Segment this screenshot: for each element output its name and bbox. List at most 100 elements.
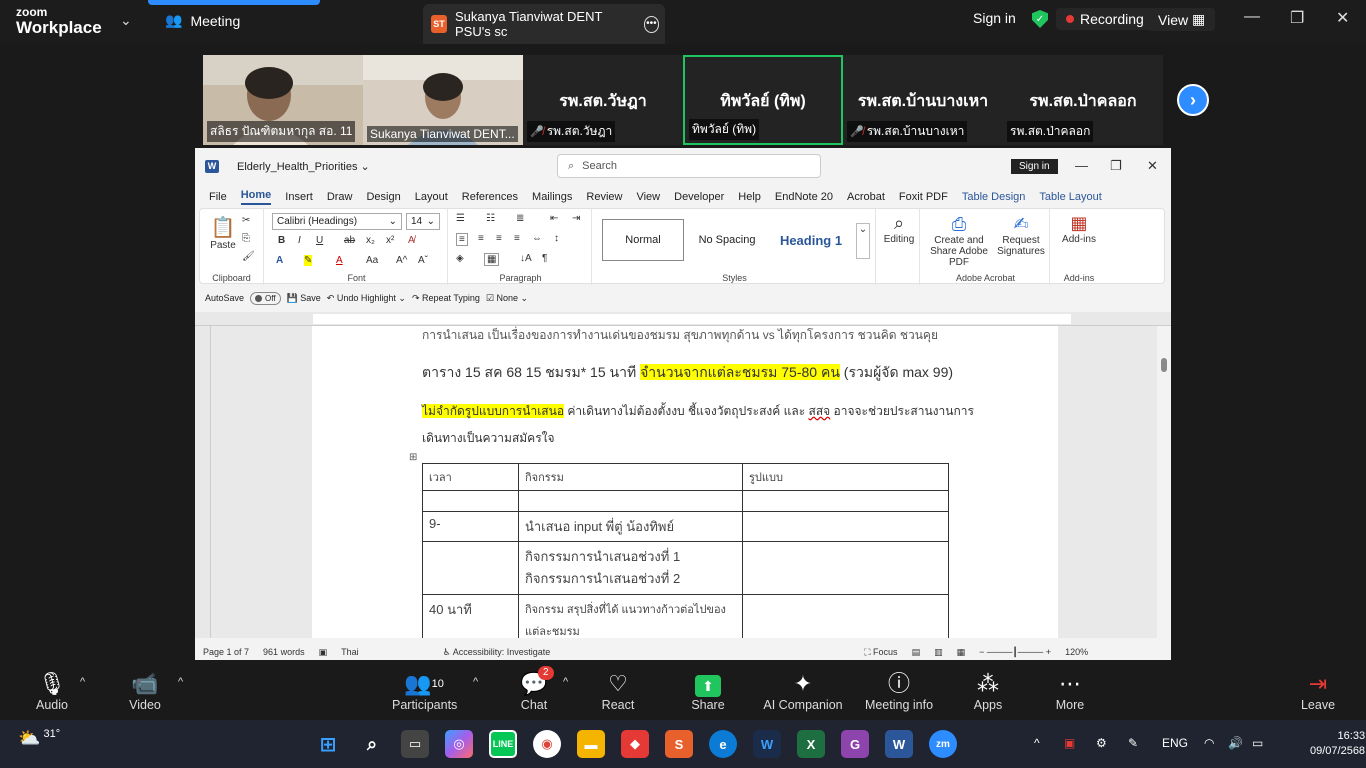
clear-format-icon[interactable]: A̸ [408, 235, 415, 246]
borders-icon[interactable]: ▦ [484, 253, 500, 266]
tab-help[interactable]: Help [738, 191, 761, 203]
file-explorer-icon[interactable]: ▬ [577, 730, 605, 758]
table-cell[interactable]: 9- [422, 511, 519, 542]
read-mode-icon[interactable]: ▤ [912, 647, 921, 658]
tab-developer[interactable]: Developer [674, 191, 724, 203]
chevron-down-icon[interactable]: ⌄ [120, 12, 132, 29]
tray-network-app-icon[interactable]: ⚙ [1096, 736, 1107, 750]
cut-icon[interactable]: ✂ [242, 215, 250, 226]
sort-icon[interactable]: ↓A [520, 253, 532, 264]
video-options-caret-icon[interactable]: ^ [178, 676, 183, 688]
table-cell[interactable] [742, 541, 949, 595]
style-heading-1[interactable]: Heading 1 [770, 219, 852, 261]
table-cell[interactable]: กิจกรรมการนำเสนอช่วงที่ 1 กิจกรรมการนำเส… [518, 541, 743, 595]
page-count[interactable]: Page 1 of 7 [203, 647, 249, 657]
subscript-button[interactable]: x₂ [366, 235, 375, 246]
tab-table-layout[interactable]: Table Layout [1039, 191, 1101, 203]
sign-in-button[interactable]: Sign in [973, 10, 1016, 26]
battery-icon[interactable]: ▭ [1252, 736, 1263, 750]
justify-icon[interactable]: ≡ [514, 233, 520, 244]
create-share-pdf-button[interactable]: ⎙ Create and Share Adobe PDF [926, 213, 992, 268]
system-clock[interactable]: 16:33 09/07/2568 [1310, 729, 1365, 759]
leave-button[interactable]: ⇥ Leave [1300, 670, 1336, 712]
react-button[interactable]: ♡ React [600, 670, 636, 712]
shrink-font-icon[interactable]: Aˇ [418, 255, 428, 266]
style-normal[interactable]: Normal [602, 219, 684, 261]
participant-tile-3[interactable]: รพ.สต.วัษฎา 🎤̸ รพ.สต.วัษฎา [523, 55, 683, 145]
style-no-spacing[interactable]: No Spacing [686, 219, 768, 261]
table-cell[interactable]: กิจกรรม สรุปสิ่งที่ได้ แนวทางก้าวต่อไปขอ… [518, 594, 743, 638]
line-app-icon[interactable]: LINE [489, 730, 517, 758]
align-center-icon[interactable]: ≡ [478, 233, 484, 244]
copilot-icon[interactable]: ◎ [445, 730, 473, 758]
increase-indent-icon[interactable]: ⇥ [572, 213, 580, 224]
tab-home[interactable]: Home [240, 189, 272, 205]
none-checkbox[interactable]: ☑ None ⌄ [486, 293, 528, 304]
styles-more-icon[interactable]: ⌄ [856, 223, 870, 259]
table-cell[interactable]: นำเสนอ input พี่ตู่ น้องทิพย์ [518, 511, 743, 542]
focus-button[interactable]: ⛶ Focus [864, 647, 897, 658]
audio-button[interactable]: 🎙 Audio [34, 670, 70, 712]
horizontal-ruler[interactable] [195, 312, 1171, 326]
print-layout-icon[interactable]: ▥ [934, 647, 943, 658]
table-cell[interactable] [742, 490, 949, 512]
table-cell[interactable] [518, 490, 743, 512]
tab-file[interactable]: File [209, 191, 227, 203]
tab-view[interactable]: View [636, 191, 660, 203]
table-move-handle-icon[interactable]: ⊞ [409, 452, 417, 463]
font-color-icon[interactable]: A [336, 255, 343, 266]
table-cell[interactable]: 40 นาที [422, 594, 519, 638]
activity-table[interactable]: เวลา กิจกรรม รูปแบบ 9- นำเสนอ input พี่ต… [422, 463, 949, 638]
tab-references[interactable]: References [462, 191, 518, 203]
windows-start-icon[interactable]: ⊞ [314, 730, 342, 758]
line-spacing-icon[interactable]: ↕ [554, 233, 559, 244]
word-maximize-icon[interactable]: ❐ [1110, 158, 1122, 174]
shading-icon[interactable]: ◈ [456, 253, 464, 264]
document-page[interactable]: การนำเสนอ เป็นเรื่องของการทำงานเด่นของชม… [312, 326, 1058, 638]
participants-button[interactable]: 👥10 Participants [392, 670, 457, 712]
word-count[interactable]: 961 words [263, 647, 305, 657]
font-size-select[interactable]: 14 ⌄ [406, 213, 440, 230]
share-screen-button[interactable]: ⬆ Share [688, 670, 728, 712]
participant-tile-1[interactable]: สลิธร ปัณฑิตมหากุล สอ. 11 [203, 55, 363, 145]
table-cell[interactable] [422, 541, 519, 595]
table-header-time[interactable]: เวลา [422, 463, 519, 491]
decrease-indent-icon[interactable]: ⇤ [550, 213, 558, 224]
format-painter-icon[interactable]: 🖌 [242, 251, 255, 262]
table-header-activity[interactable]: กิจกรรม [518, 463, 743, 491]
tab-endnote[interactable]: EndNote 20 [775, 191, 833, 203]
weather-widget[interactable]: ⛅ 31° [18, 728, 60, 749]
close-icon[interactable]: ✕ [1336, 8, 1349, 28]
font-name-select[interactable]: Calibri (Headings) ⌄ [272, 213, 402, 230]
numbering-icon[interactable]: ☷ [486, 213, 495, 224]
chat-caret-icon[interactable]: ^ [563, 676, 568, 688]
superscript-button[interactable]: x² [386, 235, 394, 246]
tab-meeting[interactable]: 👥 Meeting [165, 12, 240, 29]
edge-icon[interactable]: e [709, 730, 737, 758]
anydesk-icon[interactable]: ◆ [621, 730, 649, 758]
excel-icon[interactable]: X [797, 730, 825, 758]
request-signatures-button[interactable]: ✍ Request Signatures [996, 213, 1046, 257]
audio-options-caret-icon[interactable]: ^ [80, 676, 85, 688]
table-cell[interactable] [422, 490, 519, 512]
tab-design[interactable]: Design [366, 191, 400, 203]
paste-button[interactable]: 📋 Paste [208, 215, 238, 251]
table-cell[interactable] [742, 511, 949, 542]
autosave-toggle[interactable]: Off [250, 291, 281, 305]
editing-button[interactable]: ⌕ Editing [882, 213, 916, 245]
word-minimize-icon[interactable]: — [1075, 158, 1088, 173]
recording-indicator[interactable]: Recording [1056, 8, 1154, 30]
grow-font-icon[interactable]: A^ [396, 255, 407, 266]
participant-tile-6[interactable]: รพ.สต.ป่าคลอก รพ.สต.ป่าคลอก [1003, 55, 1163, 145]
show-marks-icon[interactable]: ¶ [542, 253, 547, 264]
change-case-icon[interactable]: Aa [366, 255, 378, 266]
task-view-icon[interactable]: ▭ [401, 730, 429, 758]
scrollbar-thumb[interactable] [1161, 358, 1167, 372]
tab-draw[interactable]: Draw [327, 191, 353, 203]
tray-overflow-chevron-icon[interactable]: ^ [1034, 736, 1040, 750]
ai-companion-button[interactable]: ✦ AI Companion [762, 670, 844, 712]
maximize-icon[interactable]: ❐ [1290, 8, 1304, 28]
copy-icon[interactable]: ⎘ [242, 233, 250, 244]
chat-button[interactable]: 💬 2 Chat [518, 666, 554, 712]
addins-button[interactable]: ▦ Add-ins [1056, 213, 1102, 245]
